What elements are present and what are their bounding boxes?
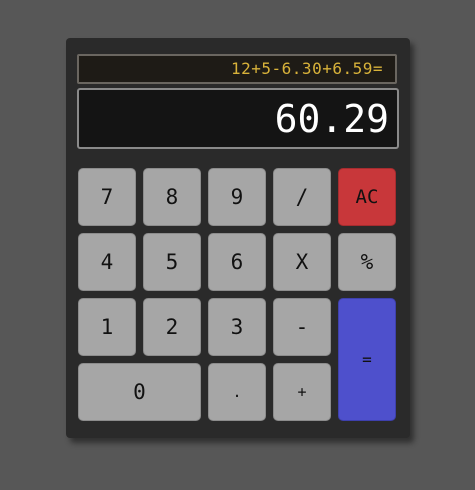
plus-button[interactable]: + xyxy=(273,363,331,421)
key-3[interactable]: 3 xyxy=(208,298,266,356)
decimal-button[interactable]: . xyxy=(208,363,266,421)
clear-button[interactable]: AC xyxy=(338,168,396,226)
key-1[interactable]: 1 xyxy=(78,298,136,356)
minus-button[interactable]: - xyxy=(273,298,331,356)
divide-button[interactable]: / xyxy=(273,168,331,226)
key-7[interactable]: 7 xyxy=(78,168,136,226)
calculator: 12+5-6.30+6.59= 60.29 7 8 9 / AC 4 5 6 X… xyxy=(66,38,410,438)
key-9[interactable]: 9 xyxy=(208,168,266,226)
key-5[interactable]: 5 xyxy=(143,233,201,291)
key-6[interactable]: 6 xyxy=(208,233,266,291)
result-display: 60.29 xyxy=(77,88,399,149)
key-8[interactable]: 8 xyxy=(143,168,201,226)
expression-display: 12+5-6.30+6.59= xyxy=(77,54,397,84)
key-4[interactable]: 4 xyxy=(78,233,136,291)
multiply-button[interactable]: X xyxy=(273,233,331,291)
equals-button[interactable]: = xyxy=(338,298,396,421)
percent-button[interactable]: % xyxy=(338,233,396,291)
key-2[interactable]: 2 xyxy=(143,298,201,356)
key-0[interactable]: 0 xyxy=(78,363,201,421)
